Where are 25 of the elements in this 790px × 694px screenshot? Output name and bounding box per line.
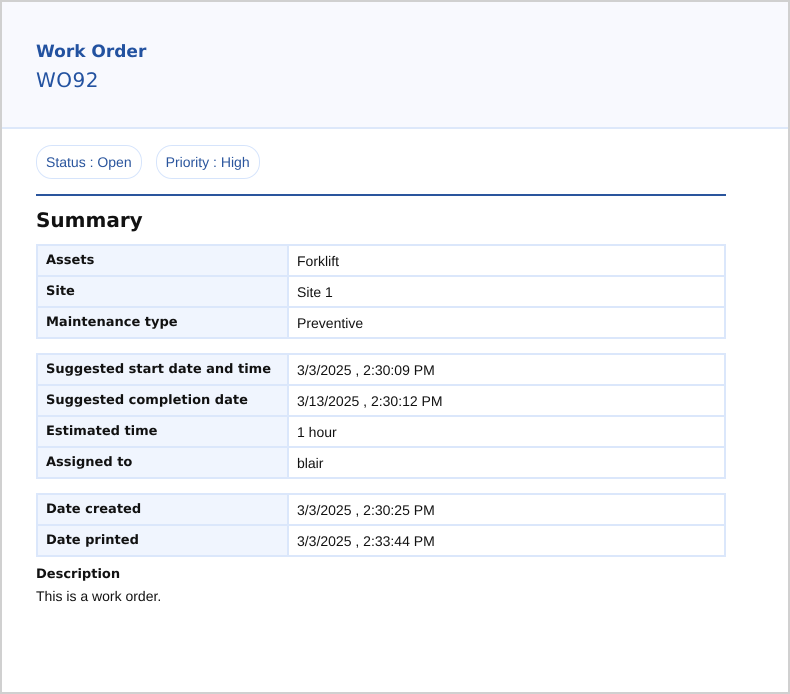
field-value: 1 hour	[288, 416, 725, 447]
field-value: blair	[288, 447, 725, 478]
field-label: Date created	[37, 494, 288, 525]
field-label: Maintenance type	[37, 307, 288, 338]
field-label: Assets	[37, 245, 288, 276]
work-order-number: WO92	[36, 68, 99, 92]
field-label: Assigned to	[37, 447, 288, 478]
field-label: Estimated time	[37, 416, 288, 447]
description-text: This is a work order.	[36, 588, 162, 604]
field-label: Site	[37, 276, 288, 307]
field-value: Preventive	[288, 307, 725, 338]
field-label: Date printed	[37, 525, 288, 556]
field-value: 3/13/2025 , 2:30:12 PM	[288, 385, 725, 416]
section-heading: Summary	[36, 208, 143, 232]
field-value: 3/3/2025 , 2:30:25 PM	[288, 494, 725, 525]
document-title: Work Order	[36, 42, 146, 62]
field-value: Forklift	[288, 245, 725, 276]
field-value: 3/3/2025 , 2:30:09 PM	[288, 354, 725, 385]
status-badge: Status : Open	[36, 145, 142, 179]
description-heading: Description	[36, 567, 120, 582]
status-badge: Priority : High	[156, 145, 260, 179]
field-label: Suggested completion date	[37, 385, 288, 416]
field-value: 3/3/2025 , 2:33:44 PM	[288, 525, 725, 556]
field-label: Suggested start date and time	[37, 354, 288, 385]
field-value: Site 1	[288, 276, 725, 307]
